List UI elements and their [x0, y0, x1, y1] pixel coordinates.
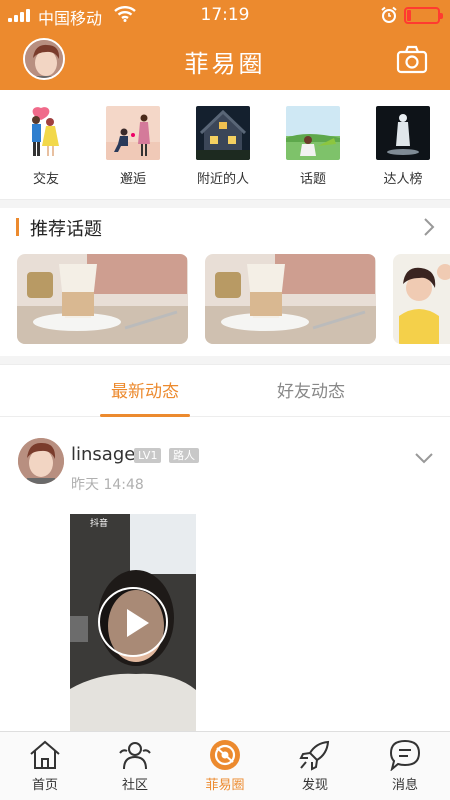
category-ranking[interactable]: 达人榜	[368, 106, 438, 187]
app-screen: 中国移动 17:19 菲易圈 交友 邂逅 附近的人 话题 达人榜 推荐话题 最新…	[0, 0, 450, 800]
tabbar-community[interactable]: 社区	[90, 732, 180, 800]
tabbar-label: 社区	[121, 778, 148, 793]
topics-header: 推荐话题	[0, 210, 450, 246]
tab-friends[interactable]: 好友动态	[251, 377, 371, 402]
section-divider	[0, 356, 450, 364]
category-label: 话题	[299, 172, 326, 187]
tabbar-label: 消息	[391, 778, 418, 793]
message-icon	[389, 739, 421, 771]
topics-title: 推荐话题	[30, 219, 102, 240]
section-divider	[0, 200, 450, 208]
circle-icon	[210, 740, 240, 770]
chevron-down-icon[interactable]	[413, 450, 435, 466]
topic-card[interactable]	[205, 254, 376, 344]
top-bar: 中国移动 17:19 菲易圈	[0, 0, 450, 90]
rocket-icon	[299, 740, 330, 771]
proposal-thumb	[106, 106, 160, 160]
tabbar-messages[interactable]: 消息	[360, 732, 450, 800]
tabbar-label: 发现	[301, 778, 328, 793]
house-night-thumb	[196, 106, 250, 160]
play-icon[interactable]	[98, 587, 168, 657]
level-badge: LV1	[134, 448, 162, 463]
tab-latest[interactable]: 最新动态	[85, 377, 205, 402]
community-icon	[119, 742, 151, 770]
tabbar-discover[interactable]: 发现	[270, 732, 360, 800]
topic-card[interactable]	[393, 254, 450, 344]
topics-accent-bar	[16, 218, 19, 236]
post-username[interactable]: linsage	[71, 444, 135, 465]
category-label: 交友	[32, 172, 59, 187]
tabbar-label: 首页	[31, 778, 58, 793]
role-badge: 路人	[169, 448, 199, 463]
landscape-thumb	[286, 106, 340, 160]
alarm-icon	[381, 6, 397, 23]
post-video[interactable]: 抖音	[70, 514, 196, 734]
statue-thumb	[376, 106, 430, 160]
battery-icon	[404, 7, 443, 24]
chevron-right-icon[interactable]	[422, 216, 436, 238]
tab-active-indicator	[100, 414, 190, 417]
feed-tabs: 最新动态 好友动态	[0, 364, 450, 417]
status-bar: 中国移动 17:19	[0, 0, 450, 30]
category-friends[interactable]: 交友	[11, 106, 81, 187]
category-nav: 交友 邂逅 附近的人 话题 达人榜	[0, 90, 450, 200]
category-label: 附近的人	[196, 172, 249, 187]
post-avatar[interactable]	[18, 438, 64, 484]
category-label: 达人榜	[383, 172, 423, 187]
page-title: 菲易圈	[184, 50, 266, 78]
couple-thumb	[19, 106, 73, 160]
post-time: 昨天 14:48	[71, 477, 144, 493]
tabbar-circle[interactable]: 菲易圈	[180, 732, 270, 800]
category-topics[interactable]: 话题	[278, 106, 348, 187]
tabbar-home[interactable]: 首页	[0, 732, 90, 800]
video-watermark: 抖音	[90, 519, 109, 529]
home-icon	[30, 740, 60, 769]
category-encounter[interactable]: 邂逅	[98, 106, 168, 187]
category-label: 邂逅	[119, 172, 146, 187]
tabbar-label: 菲易圈	[205, 778, 245, 793]
topic-card[interactable]	[17, 254, 188, 344]
bottom-tab-bar: 首页 社区 菲易圈 发现 消息	[0, 731, 450, 800]
camera-icon[interactable]	[396, 44, 428, 74]
category-nearby[interactable]: 附近的人	[188, 106, 258, 187]
